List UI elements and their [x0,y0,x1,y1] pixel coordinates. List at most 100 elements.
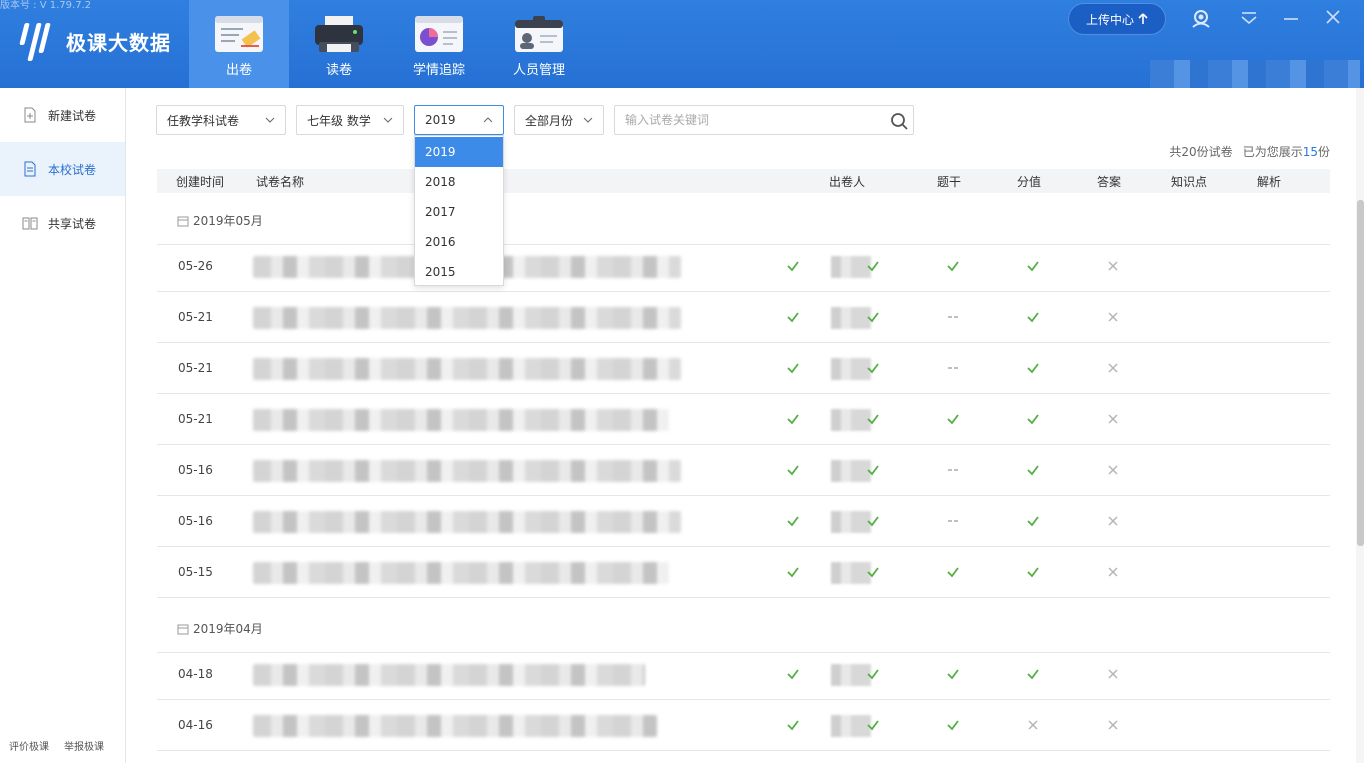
scrollbar-thumb[interactable] [1357,200,1364,546]
table-row[interactable]: 05-21 [157,292,1330,343]
check-icon [786,514,800,528]
chevron-down-icon [265,117,275,123]
main-nav: 出卷 读卷 学情追踪 人员管理 [189,0,589,88]
month-group-title: 2019年04月 [157,605,1330,653]
grade-subject-value: 七年级 数学 [307,113,371,128]
close-icon[interactable] [1322,8,1344,28]
col-analysis: 解析 [1257,175,1282,189]
subject-type-value: 任教学科试卷 [167,113,240,128]
table-row[interactable]: 05-16 [157,496,1330,547]
table-row[interactable]: 04-18 [157,649,1330,700]
check-icon [1026,514,1040,528]
col-name: 试卷名称 [256,175,305,189]
row-paper-name-blurred[interactable] [253,409,669,431]
sidebar-item-school-papers[interactable]: 本校试卷 [0,142,125,196]
row-author-blurred [831,307,871,329]
table-row[interactable]: 05-15 [157,547,1330,598]
sidebar-item-label: 新建试卷 [48,108,97,123]
service-avatar-icon[interactable] [1190,8,1212,28]
nav-item-people[interactable]: 人员管理 [489,0,589,88]
rate-link[interactable]: 评价极课 [9,738,49,753]
table-row[interactable]: 05-21 [157,394,1330,445]
grade-subject-select[interactable]: 七年级 数学 [296,105,404,135]
subject-type-select[interactable]: 任教学科试卷 [156,105,286,135]
row-paper-name-blurred[interactable] [253,358,681,380]
search-input[interactable] [615,106,875,134]
check-icon [866,463,880,477]
sidebar-item-shared-papers[interactable]: 共享试卷 [0,196,125,250]
check-icon [1026,259,1040,273]
row-paper-name-blurred[interactable] [253,664,645,686]
printer-icon [315,16,363,52]
check-icon [946,718,960,732]
row-date: 05-16 [178,514,213,528]
table-header: 创建时间 试卷名称 出卷人 题干 分值 答案 知识点 解析 [157,169,1330,193]
row-date: 05-21 [178,361,213,375]
check-icon [866,667,880,681]
check-icon [1026,310,1040,324]
row-author-blurred [831,460,871,482]
row-paper-name-blurred[interactable] [253,562,669,584]
table-row[interactable]: 05-16 [157,445,1330,496]
row-author-blurred [831,715,871,737]
check-icon [866,565,880,579]
row-paper-name-blurred[interactable] [253,460,681,482]
check-icon [866,514,880,528]
nav-label: 学情追踪 [412,63,465,78]
month-select[interactable]: 全部月份 [514,105,604,135]
app-logo: 极课大数据 [18,18,171,64]
check-icon [866,259,880,273]
year-option[interactable]: 2018 [415,167,503,197]
row-author-blurred [831,664,871,686]
papers-summary: 共20份试卷 已为您展示15份 [1169,143,1330,160]
nav-item-create-paper[interactable]: 出卷 [189,0,289,88]
year-option[interactable]: 2016 [415,227,503,257]
col-knowledge: 知识点 [1171,175,1208,189]
upload-center-button[interactable]: 上传中心 [1068,3,1166,35]
row-date: 05-21 [178,310,213,324]
row-author-blurred [831,409,871,431]
row-date: 05-15 [178,565,213,579]
user-info-strip [1150,60,1360,88]
check-icon [946,667,960,681]
year-option[interactable]: 2019 [415,137,503,167]
row-paper-name-blurred[interactable] [253,511,681,533]
row-paper-name-blurred[interactable] [253,715,657,737]
table-row[interactable]: 05-26 [157,241,1330,292]
table-row[interactable]: 05-21 [157,343,1330,394]
nav-item-tracking[interactable]: 学情追踪 [389,0,489,88]
check-icon [866,718,880,732]
row-paper-name-blurred[interactable] [253,307,681,329]
new-doc-icon [24,107,36,123]
sidebar-item-label: 本校试卷 [48,162,97,177]
total-count: 共20份试卷 [1169,145,1233,159]
logo-mark-icon [18,19,58,63]
year-option[interactable]: 2015 [415,257,503,287]
dropdown-menu-icon[interactable] [1238,8,1260,28]
logo-text: 极课大数据 [66,30,171,55]
report-link[interactable]: 举报极课 [64,738,104,753]
cross-icon [1106,412,1120,426]
sidebar-item-new-paper[interactable]: 新建试卷 [0,88,125,142]
search-box [614,105,914,135]
check-icon [1026,667,1040,681]
top-header: 版本号 : V 1.79.7.2 极课大数据 出卷 读卷 学情追踪 人员管理 上… [0,0,1364,88]
doc-icon [24,161,36,177]
cross-icon [1106,718,1120,732]
nav-item-read-paper[interactable]: 读卷 [289,0,389,88]
search-icon[interactable] [889,111,909,131]
minimize-icon[interactable] [1280,8,1302,28]
check-icon [866,310,880,324]
check-icon [1026,412,1040,426]
row-author-blurred [831,256,871,278]
year-option[interactable]: 2017 [415,197,503,227]
year-select[interactable]: 2019 [414,105,504,135]
row-author-blurred [831,511,871,533]
table-row[interactable]: 04-16 [157,700,1330,751]
cross-icon [1106,310,1120,324]
col-answer: 答案 [1097,175,1122,189]
check-icon [1026,565,1040,579]
check-icon [946,565,960,579]
check-icon [946,412,960,426]
calendar-icon [177,624,189,634]
